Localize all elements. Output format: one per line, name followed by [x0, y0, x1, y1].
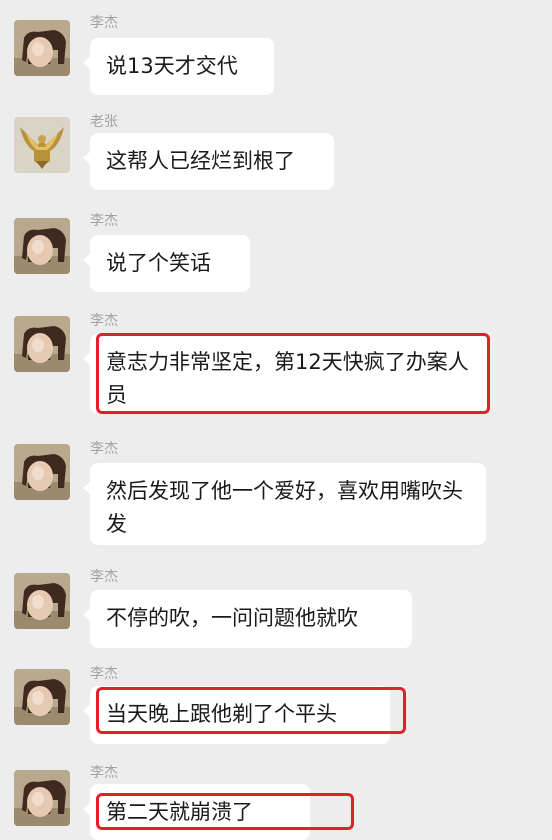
sender-name: 李杰 [90, 569, 118, 585]
horse-avatar[interactable] [14, 218, 70, 274]
chat-message-list: 李杰 说13天才交代 老张 这帮人已经烂到根了 李杰 说了个笑话 李杰 意志力非… [0, 0, 552, 840]
message-bubble[interactable]: 然后发现了他一个爱好，喜欢用嘴吹头发 [83, 463, 486, 545]
message-bubble[interactable]: 当天晚上跟他剃了个平头 [83, 686, 390, 744]
sender-name: 李杰 [90, 313, 118, 329]
sender-name: 老张 [90, 114, 118, 130]
horse-avatar[interactable] [14, 770, 70, 826]
message-bubble[interactable]: 说13天才交代 [83, 38, 274, 95]
horse-avatar[interactable] [14, 20, 70, 76]
sender-name: 李杰 [90, 15, 118, 31]
horse-avatar[interactable] [14, 316, 70, 372]
sender-name: 李杰 [90, 666, 118, 682]
horse-avatar[interactable] [14, 573, 70, 629]
horse-avatar[interactable] [14, 444, 70, 500]
message-bubble[interactable]: 意志力非常坚定，第12天快疯了办案人员 [83, 334, 488, 414]
message-bubble[interactable]: 这帮人已经烂到根了 [83, 133, 334, 190]
horse-avatar[interactable] [14, 669, 70, 725]
eagle-avatar[interactable] [14, 117, 70, 173]
sender-name: 李杰 [90, 441, 118, 457]
sender-name: 李杰 [90, 765, 118, 781]
message-bubble[interactable]: 说了个笑话 [83, 235, 250, 292]
sender-name: 李杰 [90, 213, 118, 229]
message-bubble[interactable]: 不停的吹，一问问题他就吹 [83, 590, 412, 648]
